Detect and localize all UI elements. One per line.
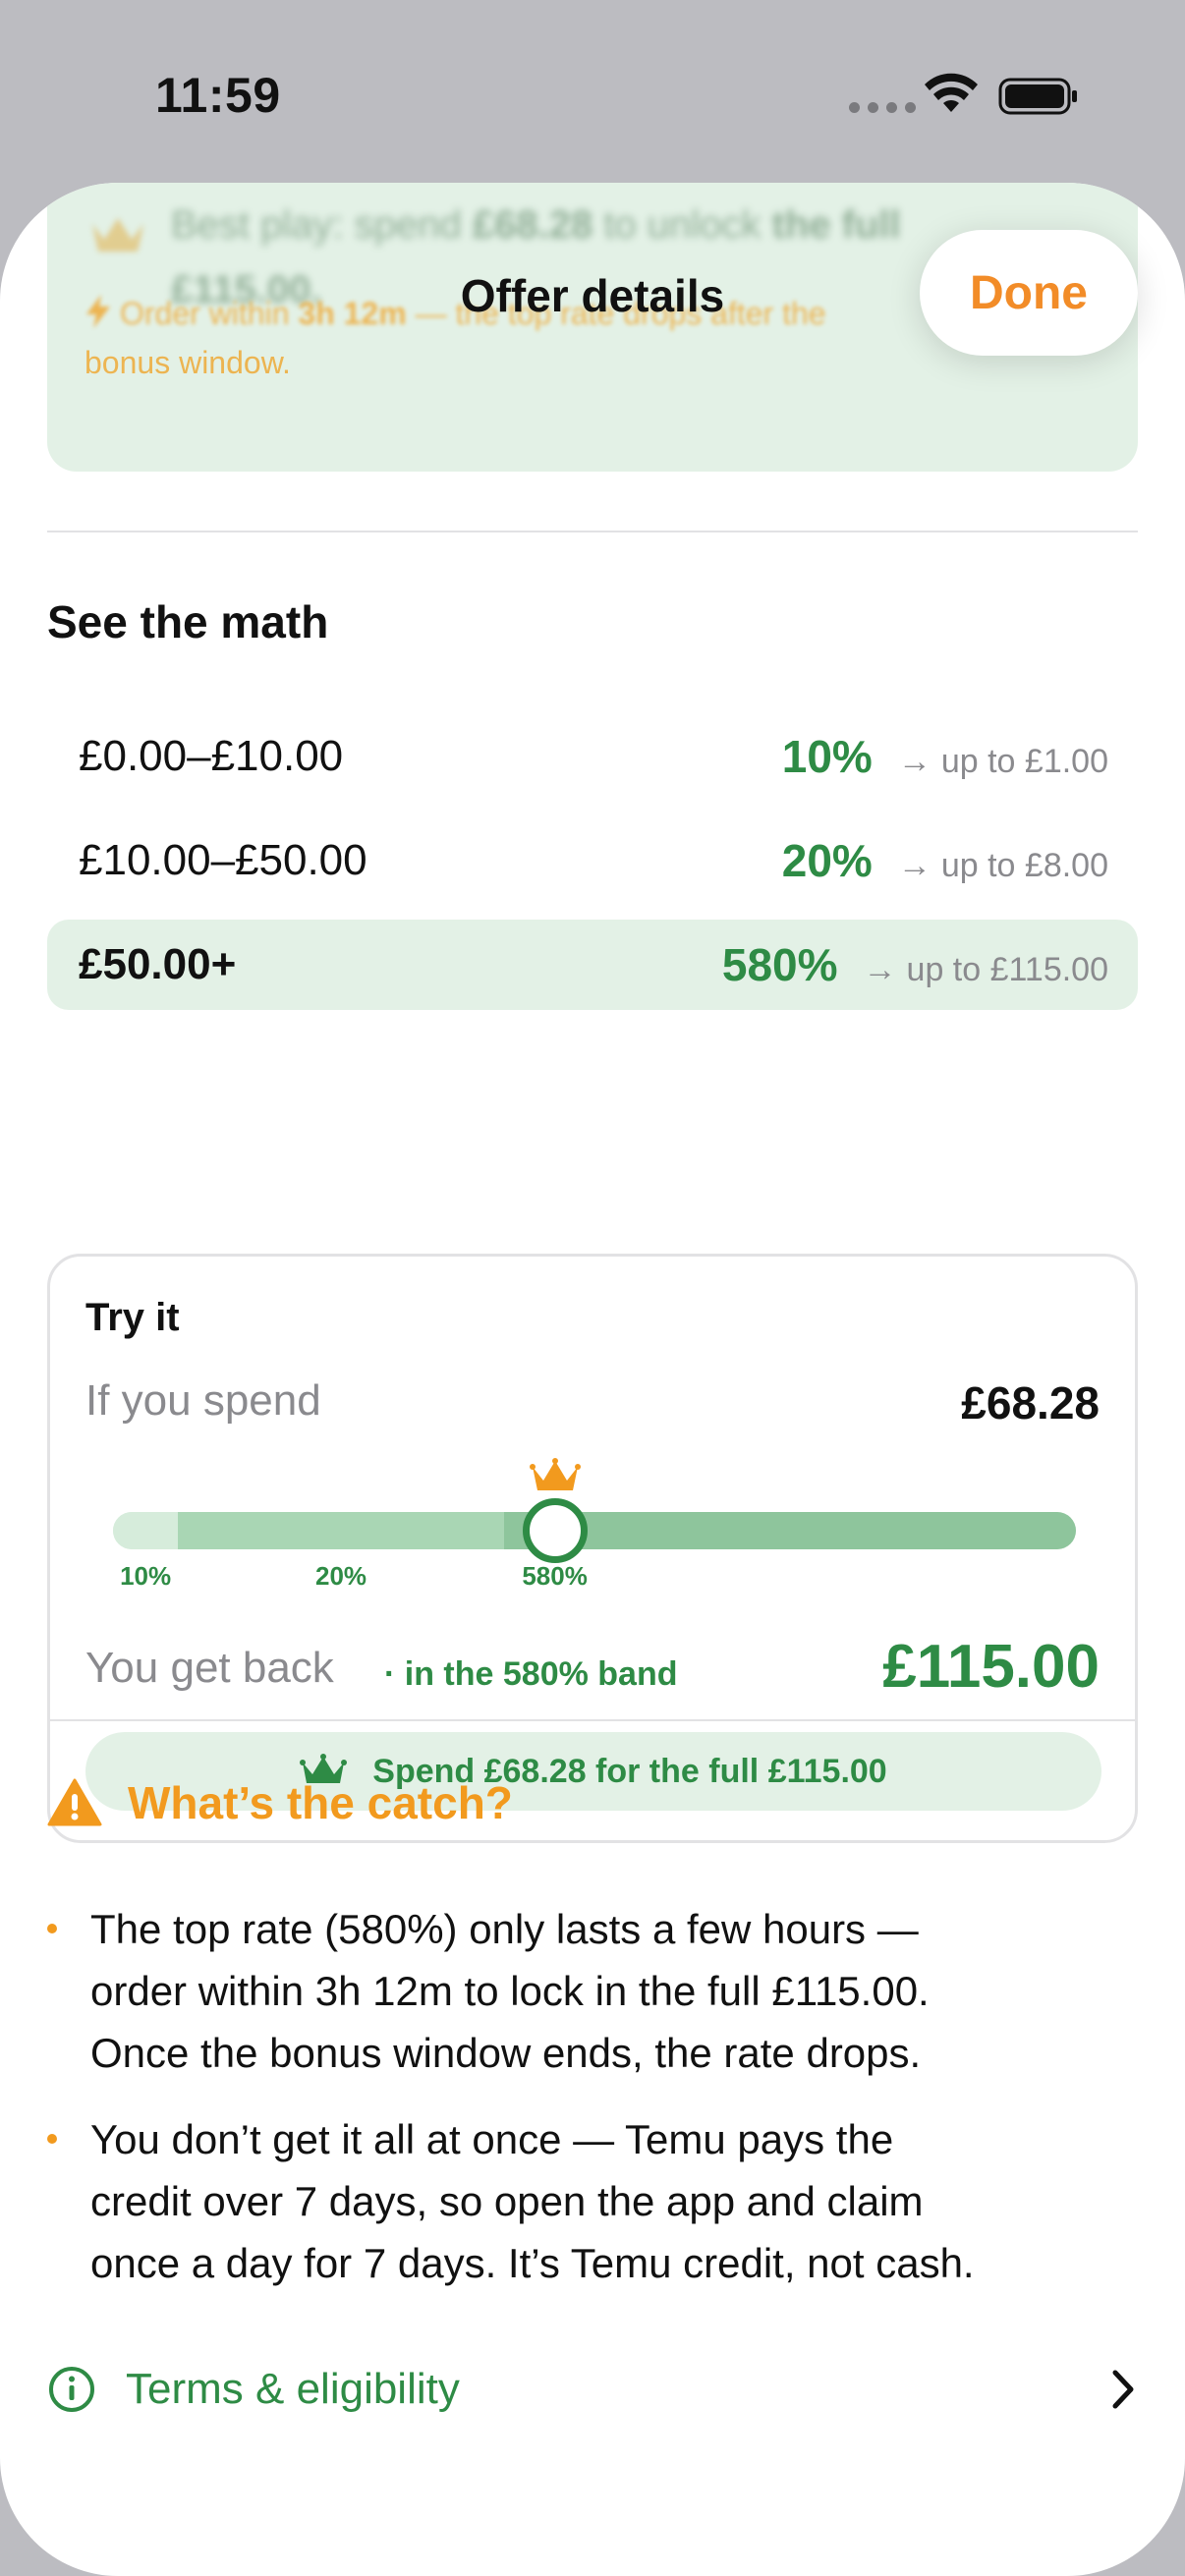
see-the-math-title: See the math xyxy=(47,596,329,647)
tier-range: £50.00+ xyxy=(79,940,237,988)
chevron-right-icon xyxy=(1112,2370,1134,2409)
slider-segment-10 xyxy=(113,1512,179,1549)
done-button[interactable]: Done xyxy=(920,230,1138,356)
try-it-card: Try it If you spend £68.28 10% 20% 580% … xyxy=(47,1254,1138,1843)
get-back-label: You get back xyxy=(85,1644,334,1692)
wifi-icon xyxy=(925,73,978,112)
offer-details-sheet: Best play: spend £68.28 to unlock the fu… xyxy=(0,183,1185,2576)
slider-tick-label: 580% xyxy=(522,1561,588,1591)
catch-title: What’s the catch? xyxy=(128,1777,513,1828)
tier-cap: up to £115.00 xyxy=(906,951,1108,988)
tier-range: £0.00–£10.00 xyxy=(79,732,344,780)
tier-range: £10.00–£50.00 xyxy=(79,836,367,884)
arrow-right-icon: → xyxy=(897,743,931,780)
bullet-text: You don’t get it all at once — Temu pays… xyxy=(90,2116,975,2286)
divider xyxy=(47,1719,1138,1721)
terms-label: Terms & eligibility xyxy=(126,2365,460,2413)
slider-segment-580 xyxy=(503,1512,1076,1549)
bullet-text: The top rate (580%) only lasts a few hou… xyxy=(90,1906,930,2076)
tier-rate: 580% xyxy=(721,939,838,990)
crown-icon xyxy=(92,218,143,252)
catch-bullet: The top rate (580%) only lasts a few hou… xyxy=(47,1898,1148,2084)
battery-icon xyxy=(998,78,1077,115)
cellular-signal-icon xyxy=(849,102,916,113)
catch-header: What’s the catch? xyxy=(47,1776,513,1829)
tier-row-active: £50.00+ 580% → up to £115.00 xyxy=(47,920,1138,1010)
tier-row: £10.00–£50.00 20% → up to £8.00 xyxy=(47,815,1138,906)
spend-value: £68.28 xyxy=(961,1377,1100,1428)
status-time: 11:59 xyxy=(155,68,281,123)
arrow-right-icon: → xyxy=(863,951,897,988)
spend-label: If you spend xyxy=(85,1376,321,1425)
tier-rate: 20% xyxy=(781,835,873,886)
tier-cap: up to £8.00 xyxy=(940,847,1108,884)
crown-icon xyxy=(529,1458,581,1490)
slider-tick-label: 20% xyxy=(315,1561,367,1591)
tier-rate: 10% xyxy=(781,731,873,782)
band-label: · in the 580% band xyxy=(384,1655,678,1693)
catch-bullet: You don’t get it all at once — Temu pays… xyxy=(47,2108,1148,2294)
terms-eligibility-row[interactable]: Terms & eligibility xyxy=(47,2350,1138,2429)
try-it-title: Try it xyxy=(85,1296,180,1339)
slider-segment-20 xyxy=(178,1512,504,1549)
get-back-value: £115.00 xyxy=(882,1633,1100,1701)
tier-cap: up to £1.00 xyxy=(940,743,1108,780)
info-icon xyxy=(49,2367,94,2412)
status-bar: 11:59 xyxy=(0,0,1185,177)
bullet-dot xyxy=(47,2134,57,2144)
tier-row: £0.00–£10.00 10% → up to £1.00 xyxy=(47,711,1138,802)
arrow-right-icon: → xyxy=(897,847,931,884)
spend-slider-track[interactable] xyxy=(113,1512,1076,1549)
spend-slider-thumb[interactable] xyxy=(522,1498,588,1563)
warning-icon xyxy=(47,1778,102,1826)
slider-tick-label: 10% xyxy=(120,1561,172,1591)
divider xyxy=(47,531,1138,532)
bullet-dot xyxy=(47,1924,57,1933)
